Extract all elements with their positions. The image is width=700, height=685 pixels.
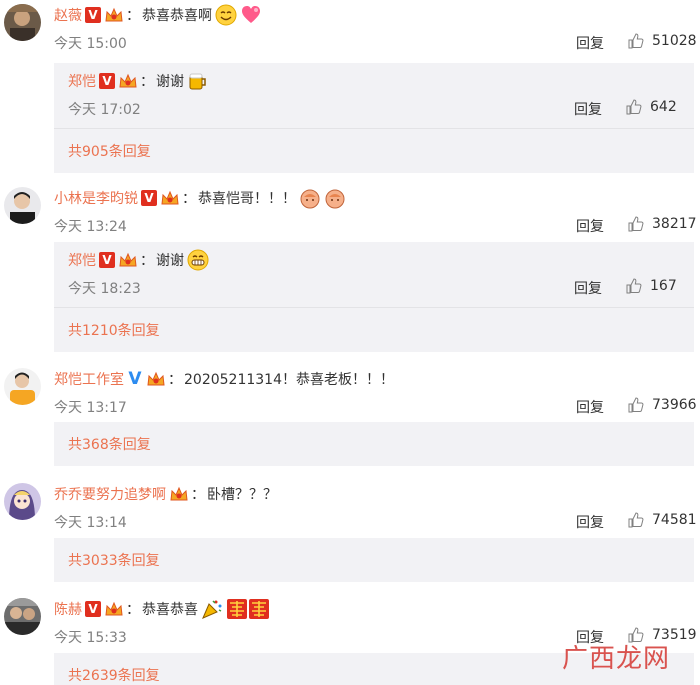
- comment-header: 郑恺工作室 V ： 20205211314！恭喜老板！！！: [54, 369, 394, 389]
- member-crown-icon: [118, 251, 138, 269]
- like-button[interactable]: 51028: [628, 33, 697, 49]
- member-crown-icon: [169, 485, 189, 503]
- like-count: 74581: [652, 512, 697, 528]
- avatar[interactable]: [4, 4, 41, 41]
- reply-button[interactable]: 回复: [574, 99, 602, 119]
- member-crown-icon: [146, 370, 166, 388]
- like-count: 38217: [652, 216, 697, 232]
- reply-time: 今天 17:02: [68, 102, 141, 118]
- like-count: 642: [650, 99, 677, 115]
- avatar[interactable]: [4, 483, 41, 520]
- like-button[interactable]: 73966: [628, 397, 697, 413]
- watermark-text: 广西龙网: [561, 644, 670, 674]
- reply-box: 郑恺 V ： 谢谢 今天 17:02 回复 642 共905条回复: [54, 63, 694, 173]
- username-link[interactable]: 赵薇: [54, 5, 82, 25]
- double-happiness-icon: [226, 598, 270, 620]
- reply-item: 郑恺 V ： 谢谢 今天 18:23 回复 167: [54, 242, 694, 308]
- reply-button[interactable]: 回复: [576, 33, 604, 53]
- username-link[interactable]: 郑恺: [68, 250, 96, 270]
- reply-button[interactable]: 回复: [576, 397, 604, 417]
- thumbs-up-icon: [628, 33, 644, 49]
- verified-blue-v-icon: V: [128, 369, 142, 389]
- party-popper-emoji-icon: [201, 598, 223, 620]
- like-button[interactable]: 642: [626, 99, 677, 115]
- like-count: 167: [650, 278, 677, 294]
- username-link[interactable]: 郑恺工作室: [54, 369, 124, 389]
- grin-emoji-icon: [187, 249, 209, 271]
- username-link[interactable]: 乔乔要努力追梦啊: [54, 484, 166, 504]
- member-crown-icon: [104, 6, 124, 24]
- comment-text: 20205211314！恭喜老板！！！: [184, 372, 394, 388]
- thumbs-up-icon: [628, 512, 644, 528]
- verified-v-icon: V: [99, 252, 115, 268]
- comment-time: 今天 15:33: [54, 630, 127, 646]
- member-crown-icon: [160, 189, 180, 207]
- avatar[interactable]: [4, 187, 41, 224]
- verified-v-icon: V: [85, 7, 101, 23]
- comment-text: 恭喜恺哥！！！: [198, 191, 296, 207]
- comment-header: 乔乔要努力追梦啊 ： 卧槽？？？: [54, 483, 277, 505]
- reply-box: 共3033条回复: [54, 538, 694, 582]
- verified-v-icon: V: [99, 73, 115, 89]
- verified-v-icon: V: [85, 601, 101, 617]
- reply-header: 郑恺 V ： 谢谢: [68, 70, 209, 92]
- comment-text: 恭喜恭喜: [142, 602, 198, 618]
- comment-feed: 赵薇 V ： 恭喜恭喜啊 今天 15:00 回复 51028 郑恺 V ： 谢谢: [0, 0, 700, 685]
- reply-button[interactable]: 回复: [576, 512, 604, 532]
- like-button[interactable]: 167: [626, 278, 677, 294]
- comment-header: 赵薇 V ： 恭喜恭喜啊: [54, 4, 262, 26]
- comment-time: 今天 13:24: [54, 219, 127, 235]
- like-count: 51028: [652, 33, 697, 49]
- view-more-replies-link[interactable]: 共3033条回复: [54, 538, 694, 582]
- view-more-replies-link[interactable]: 共368条回复: [54, 422, 694, 466]
- member-crown-icon: [104, 600, 124, 618]
- thumbs-up-icon: [628, 216, 644, 232]
- username-link[interactable]: 小林是李昀锐: [54, 188, 138, 208]
- comment-header: 小林是李昀锐 V ： 恭喜恺哥！！！: [54, 187, 346, 209]
- comment-text: 卧槽？？？: [207, 487, 277, 503]
- username-link[interactable]: 郑恺: [68, 71, 96, 91]
- thumbs-up-icon: [626, 278, 642, 294]
- comment-time: 今天 13:17: [54, 400, 127, 416]
- reply-button[interactable]: 回复: [576, 216, 604, 236]
- salute-emoji-icon: [324, 187, 346, 209]
- watermark-logo: 广西龙网: [562, 638, 670, 675]
- comment-time: 今天 13:14: [54, 515, 127, 531]
- smile-emoji-icon: [215, 4, 237, 26]
- comment-header: 陈赫 V ： 恭喜恭喜: [54, 598, 270, 620]
- username-link[interactable]: 陈赫: [54, 599, 82, 619]
- view-more-replies-link[interactable]: 共1210条回复: [54, 308, 694, 352]
- like-button[interactable]: 38217: [628, 216, 697, 232]
- comment-time: 今天 15:00: [54, 36, 127, 52]
- reply-box: 共368条回复: [54, 422, 694, 466]
- reply-box: 郑恺 V ： 谢谢 今天 18:23 回复 167 共1210条回复: [54, 242, 694, 352]
- reply-item: 郑恺 V ： 谢谢 今天 17:02 回复 642: [54, 63, 694, 129]
- avatar[interactable]: [4, 598, 41, 635]
- view-more-replies-link[interactable]: 共905条回复: [54, 129, 694, 173]
- thumbs-up-icon: [626, 99, 642, 115]
- like-button[interactable]: 74581: [628, 512, 697, 528]
- like-count: 73966: [652, 397, 697, 413]
- reply-button[interactable]: 回复: [574, 278, 602, 298]
- member-crown-icon: [118, 72, 138, 90]
- reply-text: 谢谢: [156, 253, 184, 269]
- salute-emoji-icon: [299, 187, 321, 209]
- reply-text: 谢谢: [156, 74, 184, 90]
- reply-time: 今天 18:23: [68, 281, 141, 297]
- verified-v-icon: V: [141, 190, 157, 206]
- comment-text: 恭喜恭喜啊: [142, 8, 212, 24]
- heart-emoji-icon: [240, 4, 262, 26]
- beer-emoji-icon: [187, 70, 209, 92]
- reply-header: 郑恺 V ： 谢谢: [68, 249, 209, 271]
- thumbs-up-icon: [628, 397, 644, 413]
- avatar[interactable]: [4, 368, 41, 405]
